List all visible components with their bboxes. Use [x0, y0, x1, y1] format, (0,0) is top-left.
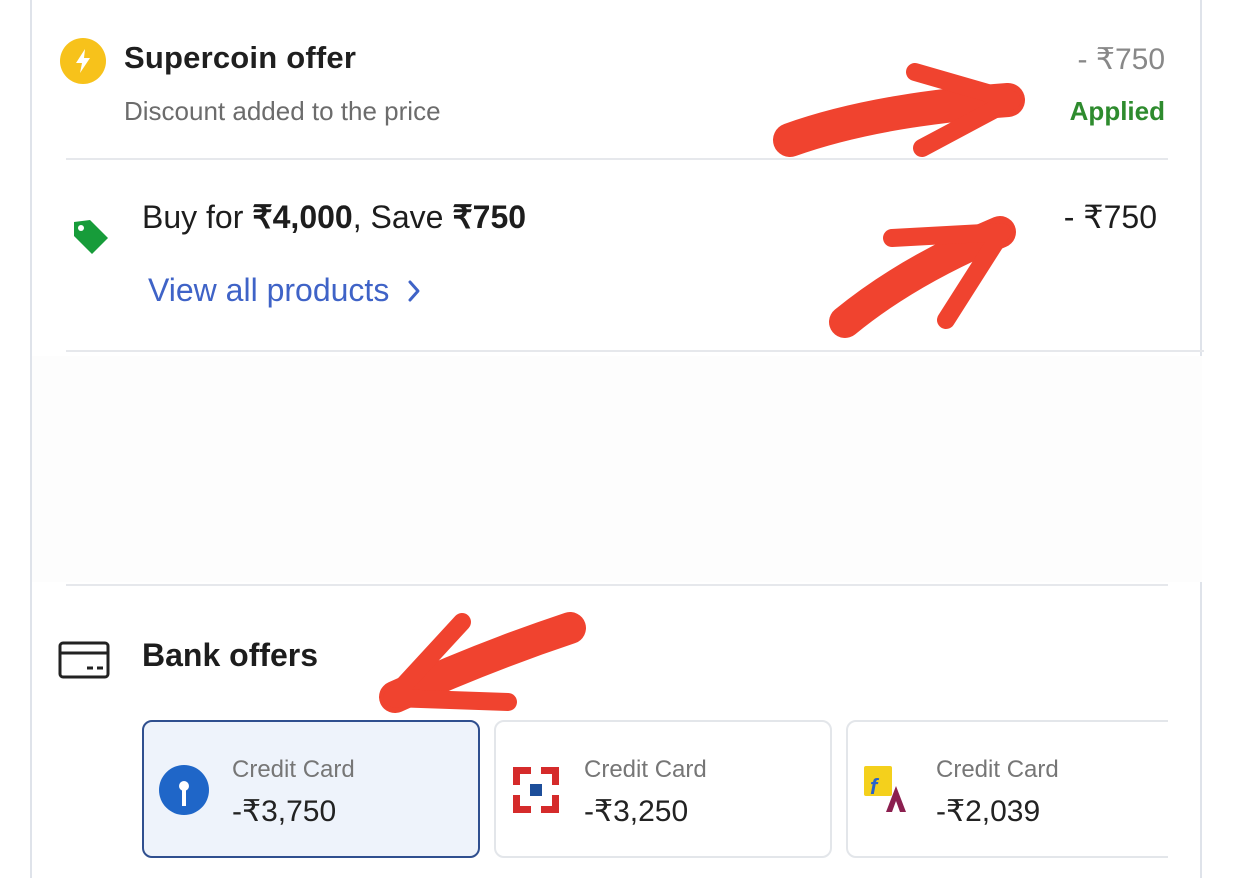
- supercoin-subtitle: Discount added to the price: [124, 96, 441, 126]
- bank-offer-card-sbi[interactable]: Credit Card -₹3,750: [142, 720, 480, 858]
- offer-card-value: -₹3,250: [584, 795, 689, 828]
- price-tag-icon: [74, 220, 108, 254]
- offer-card-label: Credit Card: [584, 756, 707, 783]
- lightning-coin-icon: [60, 38, 106, 84]
- divider: [66, 350, 1204, 352]
- offer-card-label: Credit Card: [936, 756, 1059, 783]
- bank-offer-carousel[interactable]: Credit Card -₹3,750 Credit Card -₹3,250 …: [142, 720, 1168, 860]
- combo-offer-text: Buy for ₹4,000, Save ₹750: [142, 199, 527, 235]
- offer-card-value: -₹3,750: [232, 795, 337, 828]
- view-all-products-label: View all products: [148, 272, 390, 308]
- combo-price: ₹4,000: [252, 199, 353, 235]
- supercoin-amount: - ₹750: [1077, 43, 1165, 76]
- combo-amount: - ₹750: [1063, 199, 1157, 235]
- applied-status: Applied: [1069, 96, 1165, 126]
- credit-card-icon: [58, 641, 110, 679]
- bank-offer-card-flipkart-axis[interactable]: f Credit Card -₹2,039: [846, 720, 1168, 858]
- bank-offers-title: Bank offers: [142, 637, 319, 673]
- sbi-logo-icon: [159, 765, 209, 815]
- blank-area: [32, 356, 1202, 582]
- hdfc-logo-icon: [513, 767, 559, 813]
- bank-offer-card-hdfc[interactable]: Credit Card -₹3,250: [494, 720, 832, 858]
- combo-save: ₹750: [452, 199, 527, 235]
- divider: [66, 158, 1168, 160]
- offer-card-label: Credit Card: [232, 756, 355, 783]
- chevron-right-icon: [408, 280, 420, 301]
- supercoin-title: Supercoin offer: [124, 40, 357, 75]
- offer-card-value: -₹2,039: [936, 795, 1041, 828]
- divider: [66, 584, 1168, 586]
- view-all-products-link[interactable]: View all products: [148, 272, 421, 309]
- flipkart-axis-logo-icon: f: [864, 766, 906, 812]
